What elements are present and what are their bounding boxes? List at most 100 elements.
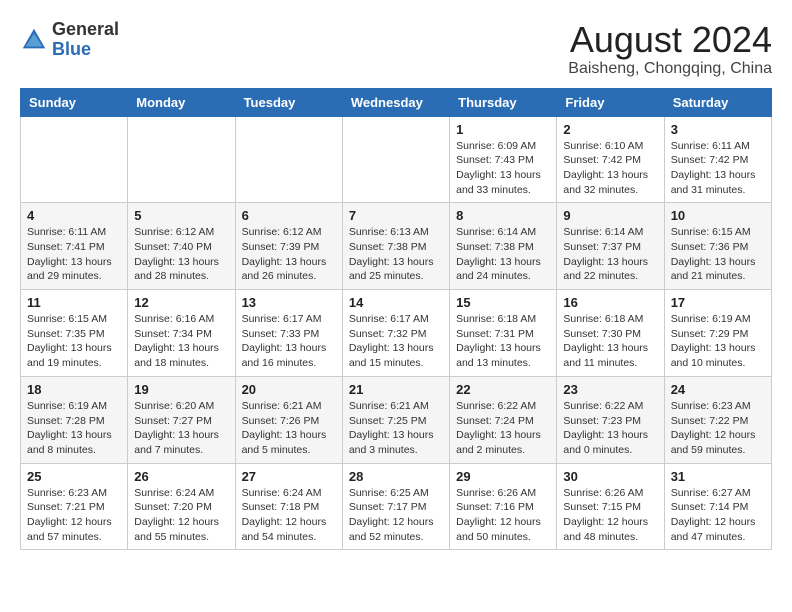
day-info: Sunrise: 6:26 AM Sunset: 7:16 PM Dayligh… [456,486,550,545]
calendar-cell: 12Sunrise: 6:16 AM Sunset: 7:34 PM Dayli… [128,290,235,377]
day-number: 23 [563,382,657,397]
day-info: Sunrise: 6:23 AM Sunset: 7:22 PM Dayligh… [671,399,765,458]
day-info: Sunrise: 6:17 AM Sunset: 7:32 PM Dayligh… [349,312,443,371]
day-number: 5 [134,208,228,223]
calendar-cell: 14 Sunrise: 6:17 AM Sunset: 7:32 PM Dayli… [342,290,449,377]
day-number: 15 [456,295,550,310]
logo-text: General Blue [52,20,119,60]
calendar-cell: 10 Sunrise: 6:15 AM Sunset: 7:36 PM Dayli… [664,203,771,290]
day-of-week-header: Thursday [450,88,557,116]
day-number: 7 [349,208,443,223]
calendar-cell: 17 Sunrise: 6:19 AM Sunset: 7:29 PM Dayli… [664,290,771,377]
day-info: Sunrise: 6:25 AM Sunset: 7:17 PM Dayligh… [349,486,443,545]
day-info: Sunrise: 6:15 AM Sunset: 7:36 PM Dayligh… [671,225,765,284]
day-number: 25 [27,469,121,484]
day-info: Sunrise: 6:16 AM Sunset: 7:34 PM Dayligh… [134,312,228,371]
calendar-cell: 4 Sunrise: 6:11 AM Sunset: 7:41 PM Daylig… [21,203,128,290]
calendar-week-row: 11Sunrise: 6:15 AM Sunset: 7:35 PM Dayli… [21,290,772,377]
calendar-cell: 2 Sunrise: 6:10 AM Sunset: 7:42 PM Daylig… [557,116,664,203]
calendar-week-row: 4 Sunrise: 6:11 AM Sunset: 7:41 PM Daylig… [21,203,772,290]
calendar-cell: 23 Sunrise: 6:22 AM Sunset: 7:23 PM Dayli… [557,376,664,463]
day-of-week-header: Saturday [664,88,771,116]
day-info: Sunrise: 6:13 AM Sunset: 7:38 PM Dayligh… [349,225,443,284]
calendar-cell: 6 Sunrise: 6:12 AM Sunset: 7:39 PM Daylig… [235,203,342,290]
day-number: 10 [671,208,765,223]
day-number: 29 [456,469,550,484]
calendar-cell: 7 Sunrise: 6:13 AM Sunset: 7:38 PM Daylig… [342,203,449,290]
calendar-cell: 26Sunrise: 6:24 AM Sunset: 7:20 PM Dayli… [128,463,235,550]
calendar-week-row: 1 Sunrise: 6:09 AM Sunset: 7:43 PM Daylig… [21,116,772,203]
calendar-cell: 30 Sunrise: 6:26 AM Sunset: 7:15 PM Dayli… [557,463,664,550]
calendar-cell [342,116,449,203]
day-number: 8 [456,208,550,223]
calendar-cell: 16 Sunrise: 6:18 AM Sunset: 7:30 PM Dayli… [557,290,664,377]
day-number: 2 [563,122,657,137]
day-number: 4 [27,208,121,223]
calendar-cell: 28 Sunrise: 6:25 AM Sunset: 7:17 PM Dayli… [342,463,449,550]
day-info: Sunrise: 6:27 AM Sunset: 7:14 PM Dayligh… [671,486,765,545]
day-info: Sunrise: 6:19 AM Sunset: 7:29 PM Dayligh… [671,312,765,371]
calendar-cell: 20Sunrise: 6:21 AM Sunset: 7:26 PM Dayli… [235,376,342,463]
day-number: 31 [671,469,765,484]
day-info: Sunrise: 6:11 AM Sunset: 7:41 PM Dayligh… [27,225,121,284]
calendar-cell [235,116,342,203]
day-info: Sunrise: 6:09 AM Sunset: 7:43 PM Dayligh… [456,139,550,198]
day-info: Sunrise: 6:14 AM Sunset: 7:38 PM Dayligh… [456,225,550,284]
calendar-week-row: 25 Sunrise: 6:23 AM Sunset: 7:21 PM Dayli… [21,463,772,550]
day-info: Sunrise: 6:15 AM Sunset: 7:35 PM Dayligh… [27,312,121,371]
day-of-week-header: Wednesday [342,88,449,116]
day-info: Sunrise: 6:23 AM Sunset: 7:21 PM Dayligh… [27,486,121,545]
day-info: Sunrise: 6:18 AM Sunset: 7:30 PM Dayligh… [563,312,657,371]
calendar-cell: 31 Sunrise: 6:27 AM Sunset: 7:14 PM Dayli… [664,463,771,550]
day-info: Sunrise: 6:14 AM Sunset: 7:37 PM Dayligh… [563,225,657,284]
calendar-cell: 19Sunrise: 6:20 AM Sunset: 7:27 PM Dayli… [128,376,235,463]
day-number: 16 [563,295,657,310]
day-info: Sunrise: 6:24 AM Sunset: 7:18 PM Dayligh… [242,486,336,545]
title-block: August 2024 Baisheng, Chongqing, China [568,20,772,78]
calendar-cell: 27 Sunrise: 6:24 AM Sunset: 7:18 PM Dayli… [235,463,342,550]
day-number: 6 [242,208,336,223]
logo: General Blue [20,20,119,60]
calendar-body: 1 Sunrise: 6:09 AM Sunset: 7:43 PM Daylig… [21,116,772,550]
day-of-week-header: Monday [128,88,235,116]
logo-blue: Blue [52,39,91,59]
calendar-cell [128,116,235,203]
day-number: 13 [242,295,336,310]
day-info: Sunrise: 6:10 AM Sunset: 7:42 PM Dayligh… [563,139,657,198]
day-number: 24 [671,382,765,397]
day-number: 14 [349,295,443,310]
day-info: Sunrise: 6:22 AM Sunset: 7:23 PM Dayligh… [563,399,657,458]
day-number: 9 [563,208,657,223]
day-number: 21 [349,382,443,397]
day-number: 30 [563,469,657,484]
day-info: Sunrise: 6:18 AM Sunset: 7:31 PM Dayligh… [456,312,550,371]
calendar-cell: 15 Sunrise: 6:18 AM Sunset: 7:31 PM Dayli… [450,290,557,377]
calendar-cell [21,116,128,203]
day-number: 17 [671,295,765,310]
day-info: Sunrise: 6:20 AM Sunset: 7:27 PM Dayligh… [134,399,228,458]
day-number: 20 [242,382,336,397]
day-of-week-header: Sunday [21,88,128,116]
day-info: Sunrise: 6:24 AM Sunset: 7:20 PM Dayligh… [134,486,228,545]
day-info: Sunrise: 6:12 AM Sunset: 7:39 PM Dayligh… [242,225,336,284]
day-info: Sunrise: 6:17 AM Sunset: 7:33 PM Dayligh… [242,312,336,371]
day-info: Sunrise: 6:26 AM Sunset: 7:15 PM Dayligh… [563,486,657,545]
day-info: Sunrise: 6:22 AM Sunset: 7:24 PM Dayligh… [456,399,550,458]
calendar-cell: 11Sunrise: 6:15 AM Sunset: 7:35 PM Dayli… [21,290,128,377]
day-of-week-header: Tuesday [235,88,342,116]
calendar-cell: 8 Sunrise: 6:14 AM Sunset: 7:38 PM Daylig… [450,203,557,290]
calendar-cell: 18Sunrise: 6:19 AM Sunset: 7:28 PM Dayli… [21,376,128,463]
calendar-cell: 24 Sunrise: 6:23 AM Sunset: 7:22 PM Dayli… [664,376,771,463]
calendar-cell: 9 Sunrise: 6:14 AM Sunset: 7:37 PM Daylig… [557,203,664,290]
calendar-table: SundayMondayTuesdayWednesdayThursdayFrid… [20,88,772,551]
day-number: 1 [456,122,550,137]
day-number: 27 [242,469,336,484]
day-info: Sunrise: 6:19 AM Sunset: 7:28 PM Dayligh… [27,399,121,458]
day-number: 28 [349,469,443,484]
calendar-week-row: 18Sunrise: 6:19 AM Sunset: 7:28 PM Dayli… [21,376,772,463]
day-number: 22 [456,382,550,397]
day-number: 3 [671,122,765,137]
calendar-cell: 5Sunrise: 6:12 AM Sunset: 7:40 PM Daylig… [128,203,235,290]
calendar-cell: 29 Sunrise: 6:26 AM Sunset: 7:16 PM Dayli… [450,463,557,550]
calendar-cell: 3Sunrise: 6:11 AM Sunset: 7:42 PM Daylig… [664,116,771,203]
